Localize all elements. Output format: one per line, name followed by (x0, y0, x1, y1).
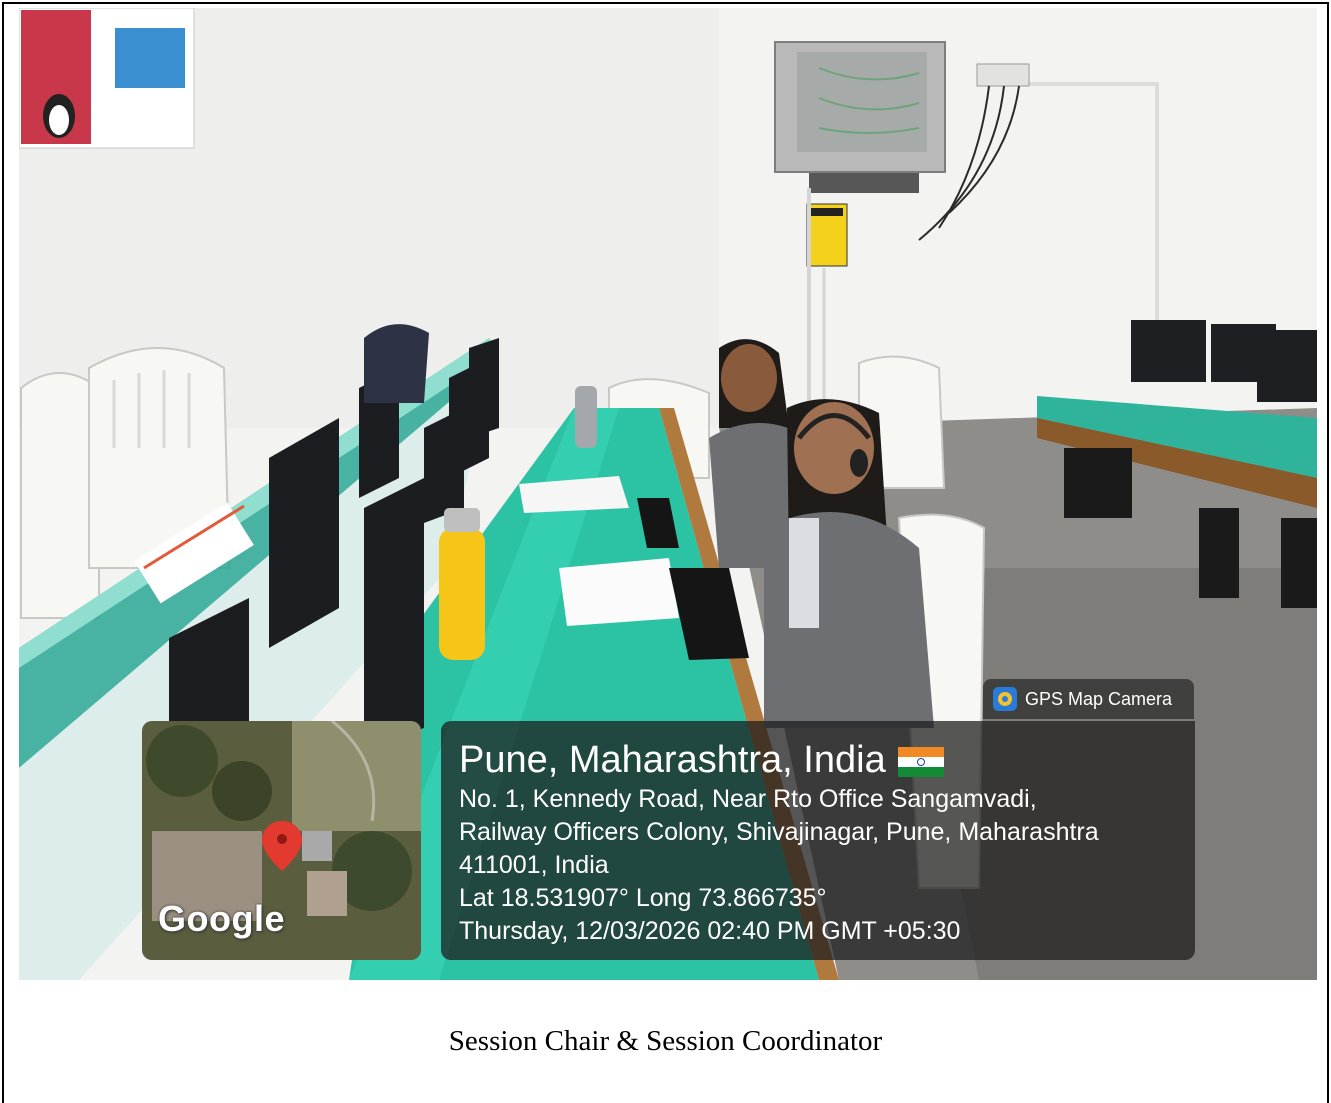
location-info-box: Pune, Maharashtra, India No. 1, Kennedy … (441, 721, 1195, 960)
gps-badge-label: GPS Map Camera (1025, 688, 1173, 709)
coordinates: Lat 18.531907° Long 73.866735° (459, 884, 827, 912)
address-line-3: 411001, India (459, 851, 609, 879)
photo-caption: Session Chair & Session Coordinator (448, 1025, 883, 1057)
google-logo: Google (158, 898, 285, 939)
gps-map-camera-badge: GPS Map Camera (983, 679, 1194, 719)
location-title: Pune, Maharashtra, India (459, 739, 886, 781)
map-thumbnail: Google (142, 721, 421, 960)
india-flag-icon (897, 747, 944, 777)
address-line-2: Railway Officers Colony, Shivajinagar, P… (459, 818, 1099, 846)
camera-app-icon (993, 687, 1017, 711)
timestamp: Thursday, 12/03/2026 02:40 PM GMT +05:30 (459, 917, 961, 945)
address-line-1: No. 1, Kennedy Road, Near Rto Office San… (459, 785, 1037, 813)
location-title-row: Pune, Maharashtra, India (459, 737, 1177, 783)
